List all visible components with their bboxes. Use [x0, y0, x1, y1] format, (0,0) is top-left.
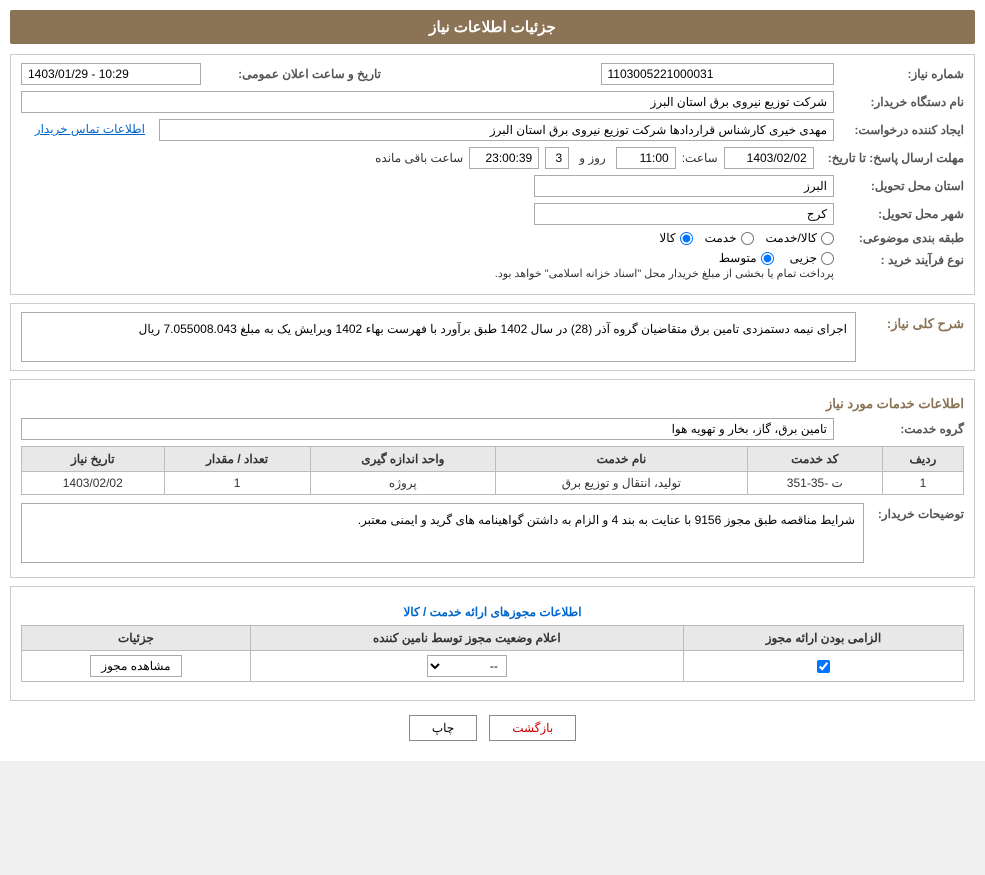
subject-label: طبقه بندی موضوعی: [834, 231, 964, 245]
process-radio-motavasset[interactable]: متوسط [719, 251, 774, 265]
permits-col-details: جزئیات [22, 626, 251, 651]
subject-row: طبقه بندی موضوعی: کالا/خدمت خدمت کالا [21, 231, 964, 245]
subject-radio-khadamat-label: خدمت [705, 231, 737, 245]
service-info-title: اطلاعات خدمات مورد نیاز [21, 396, 964, 412]
service-group-row: گروه خدمت: تامین برق، گاز، بخار و تهویه … [21, 418, 964, 440]
subject-radio-kala-khadamat-input[interactable] [821, 232, 834, 245]
col-header-need-date: تاریخ نیاز [22, 447, 165, 472]
subject-radio-kala-khadamat-label: کالا/خدمت [766, 231, 817, 245]
announcement-datetime-value: 1403/01/29 - 10:29 [21, 63, 201, 85]
requester-label: ایجاد کننده درخواست: [834, 123, 964, 137]
delivery-province-value: البرز [534, 175, 834, 197]
need-number-label: شماره نیاز: [834, 67, 964, 81]
process-type-row: نوع فرآیند خرید : جزیی متوسط پرداخت تمام… [21, 251, 964, 280]
cell-need-date: 1403/02/02 [22, 472, 165, 495]
response-deadline-label: مهلت ارسال پاسخ: تا تاریخ: [820, 151, 964, 165]
cell-row-num: 1 [882, 472, 963, 495]
view-permit-button[interactable]: مشاهده مجوز [90, 655, 181, 677]
buyer-notes-row: توضیحات خریدار: شرایط مناقصه طبق مجوز 91… [21, 503, 964, 563]
permits-col-status: اعلام وضعیت مجوز توسط نامین کننده [250, 626, 683, 651]
process-radio-jozii[interactable]: جزیی [790, 251, 834, 265]
buyer-name-label: نام دستگاه خریدار: [834, 95, 964, 109]
service-info-section: اطلاعات خدمات مورد نیاز گروه خدمت: تامین… [10, 379, 975, 578]
response-remaining-label: ساعت باقی مانده [375, 151, 463, 165]
cell-service-code: ت -35-351 [747, 472, 882, 495]
page-header: جزئیات اطلاعات نیاز [10, 10, 975, 44]
permits-col-required: الزامی بودن ارائه مجوز [683, 626, 963, 651]
col-header-row-num: ردیف [882, 447, 963, 472]
need-description-section: شرح کلی نیاز: اجرای نیمه دستمزدی تامین ب… [10, 303, 975, 371]
subject-radio-kala-input[interactable] [680, 232, 693, 245]
subject-radio-kala[interactable]: کالا [659, 231, 692, 245]
back-button[interactable]: بازگشت [489, 715, 576, 741]
delivery-city-row: شهر محل تحویل: کرج [21, 203, 964, 225]
process-radio-jozii-label: جزیی [790, 251, 817, 265]
subject-radio-kala-khadamat[interactable]: کالا/خدمت [766, 231, 834, 245]
need-description-label: شرح کلی نیاز: [864, 312, 964, 332]
table-row: -- مشاهده مجوز [22, 651, 964, 682]
service-group-label: گروه خدمت: [834, 422, 964, 436]
requester-value: مهدی خیری کارشناس قراردادها شرکت توزیع ن… [159, 119, 834, 141]
service-table: ردیف کد خدمت نام خدمت واحد اندازه گیری ت… [21, 446, 964, 495]
need-number-row: شماره نیاز: 1103005221000031 تاریخ و ساع… [21, 63, 964, 85]
subject-radio-khadamat-input[interactable] [741, 232, 754, 245]
subject-radio-khadamat[interactable]: خدمت [705, 231, 754, 245]
permit-details-cell: مشاهده مجوز [22, 651, 251, 682]
print-button[interactable]: چاپ [409, 715, 477, 741]
need-number-value: 1103005221000031 [601, 63, 835, 85]
response-deadline-row: مهلت ارسال پاسخ: تا تاریخ: 1403/02/02 سا… [21, 147, 964, 169]
cell-service-name: تولید، انتقال و توزیع برق [496, 472, 748, 495]
requester-row: ایجاد کننده درخواست: مهدی خیری کارشناس ق… [21, 119, 964, 141]
col-header-service-code: کد خدمت [747, 447, 882, 472]
buyer-notes-value: شرایط مناقصه طبق مجوز 9156 با عنایت به ب… [21, 503, 864, 563]
col-header-unit: واحد اندازه گیری [310, 447, 495, 472]
table-row: 1 ت -35-351 تولید، انتقال و توزیع برق پر… [22, 472, 964, 495]
delivery-province-label: استان محل تحویل: [834, 179, 964, 193]
main-info-section: شماره نیاز: 1103005221000031 تاریخ و ساع… [10, 54, 975, 295]
permit-required-checkbox[interactable] [817, 660, 830, 673]
process-note: پرداخت تمام یا بخشی از مبلغ خریدار محل "… [495, 267, 834, 280]
permits-section: اطلاعات مجوزهای ارائه خدمت / کالا الزامی… [10, 586, 975, 701]
process-radio-motavasset-input[interactable] [761, 252, 774, 265]
buyer-name-row: نام دستگاه خریدار: شرکت توزیع نیروی برق … [21, 91, 964, 113]
permits-table-wrapper: الزامی بودن ارائه مجوز اعلام وضعیت مجوز … [21, 625, 964, 682]
process-radio-jozii-input[interactable] [821, 252, 834, 265]
permits-table: الزامی بودن ارائه مجوز اعلام وضعیت مجوز … [21, 625, 964, 682]
response-days-label: روز و [575, 151, 610, 165]
response-date-value: 1403/02/02 [724, 147, 814, 169]
response-time-value: 11:00 [616, 147, 676, 169]
permits-section-title: اطلاعات مجوزهای ارائه خدمت / کالا [21, 605, 964, 619]
buyer-notes-label: توضیحات خریدار: [864, 503, 964, 521]
permit-status-cell: -- [250, 651, 683, 682]
process-radio-motavasset-label: متوسط [719, 251, 757, 265]
service-group-value: تامین برق، گاز، بخار و تهویه هوا [21, 418, 834, 440]
bottom-buttons: بازگشت چاپ [10, 715, 975, 741]
col-header-service-name: نام خدمت [496, 447, 748, 472]
response-days-value: 3 [545, 147, 569, 169]
process-options-group: جزیی متوسط [495, 251, 834, 265]
response-remaining-value: 23:00:39 [469, 147, 539, 169]
response-time-label: ساعت: [682, 151, 718, 165]
announcement-datetime-label: تاریخ و ساعت اعلان عمومی: [201, 67, 381, 81]
subject-radio-group: کالا/خدمت خدمت کالا [659, 231, 834, 245]
delivery-province-row: استان محل تحویل: البرز [21, 175, 964, 197]
subject-radio-kala-label: کالا [659, 231, 675, 245]
permit-status-select[interactable]: -- [427, 655, 507, 677]
col-header-quantity: تعداد / مقدار [164, 447, 310, 472]
delivery-city-label: شهر محل تحویل: [834, 207, 964, 221]
cell-quantity: 1 [164, 472, 310, 495]
process-type-label: نوع فرآیند خرید : [834, 251, 964, 267]
buyer-name-value: شرکت توزیع نیروی برق استان البرز [21, 91, 834, 113]
service-table-wrapper: ردیف کد خدمت نام خدمت واحد اندازه گیری ت… [21, 446, 964, 495]
permit-required-cell [683, 651, 963, 682]
need-description-value: اجرای نیمه دستمزدی تامین برق متقاضیان گر… [21, 312, 856, 362]
cell-unit: پروژه [310, 472, 495, 495]
delivery-city-value: کرج [534, 203, 834, 225]
requester-contact-link[interactable]: اطلاعات تماس خریدار [21, 119, 151, 141]
